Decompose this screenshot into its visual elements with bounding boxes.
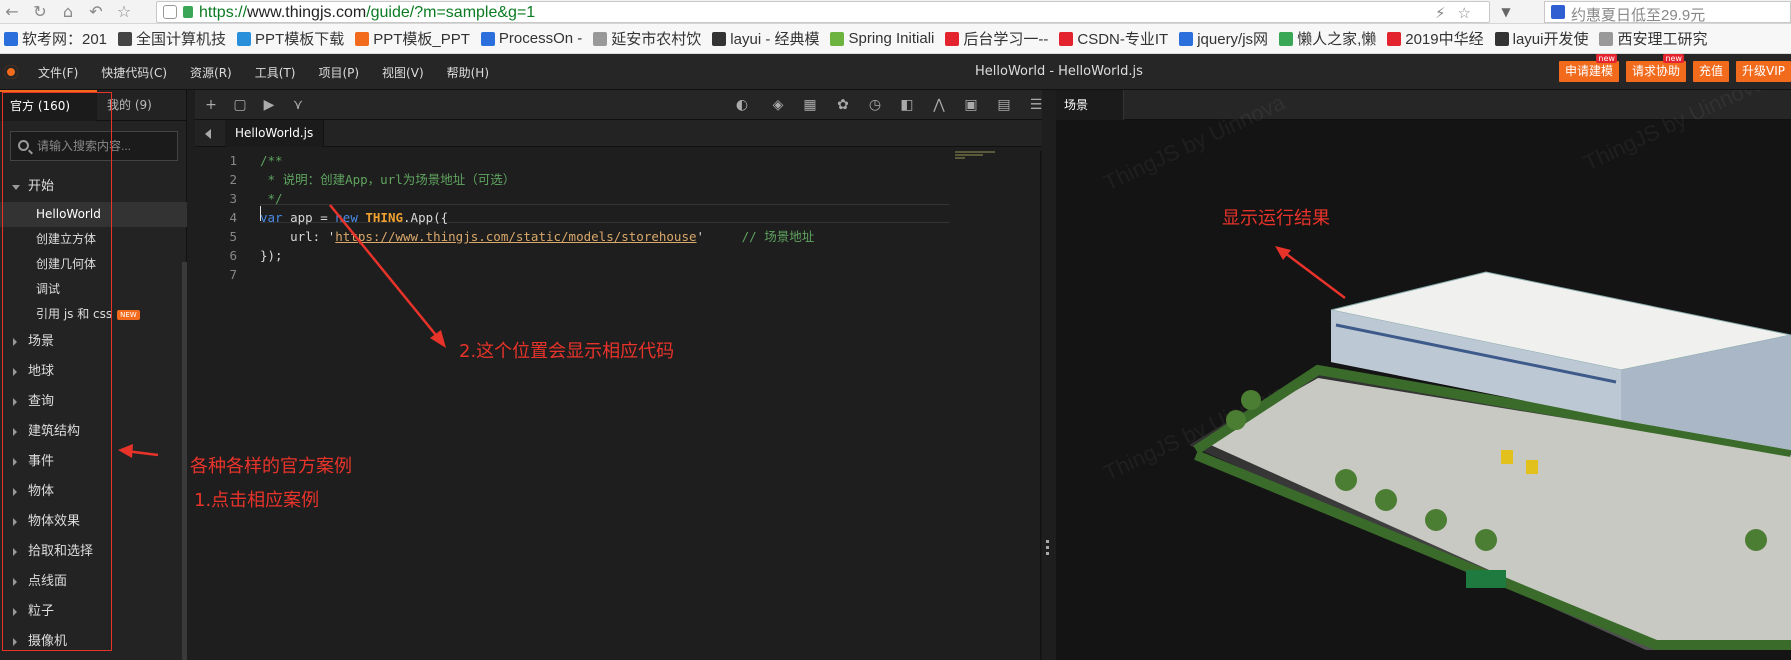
annotation-cases: 各种各样的官方案例	[190, 456, 352, 477]
annotation-arrowhead	[430, 330, 446, 348]
annotation-arrow	[329, 204, 441, 341]
annotation-result: 显示运行结果	[1222, 208, 1330, 229]
annotation-arrow	[1284, 252, 1346, 299]
annotation-code: 2.这个位置会显示相应代码	[459, 341, 675, 362]
annotation-click: 1.点击相应案例	[194, 490, 320, 511]
annotation-arrows	[118, 204, 1346, 458]
annotation-arrowhead	[1275, 246, 1291, 260]
annotation-arrowhead	[118, 444, 133, 458]
